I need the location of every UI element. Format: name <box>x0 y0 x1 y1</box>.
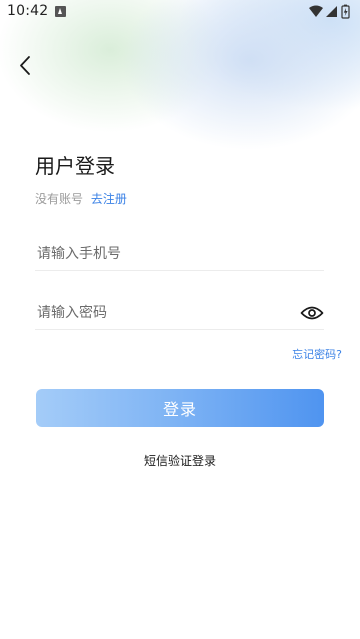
page-title: 用户登录 <box>35 154 115 178</box>
status-time: 10:42 <box>7 3 49 19</box>
password-field <box>35 301 324 330</box>
no-account-label: 没有账号 <box>35 192 84 206</box>
forgot-password-link[interactable]: 忘记密码? <box>292 346 342 362</box>
sms-login-row: 短信验证登录 <box>0 452 360 469</box>
battery-charging-icon <box>341 4 350 19</box>
register-link[interactable]: 去注册 <box>91 192 127 206</box>
back-button[interactable] <box>12 52 40 80</box>
status-bar: 10:42 <box>0 0 360 24</box>
register-row: 没有账号 去注册 <box>35 190 127 207</box>
status-icons <box>309 4 350 19</box>
wifi-icon <box>309 5 323 17</box>
cellular-signal-icon <box>326 6 337 17</box>
password-input[interactable] <box>35 301 287 325</box>
sms-login-link[interactable]: 短信验证登录 <box>144 454 216 468</box>
password-visibility-toggle[interactable] <box>300 303 324 323</box>
phone-input[interactable] <box>35 242 287 266</box>
login-button[interactable]: 登录 <box>36 389 324 427</box>
app-notification-icon <box>55 6 66 17</box>
chevron-left-icon <box>20 56 30 75</box>
eye-icon <box>300 306 324 320</box>
header-background-gradient <box>0 0 360 220</box>
phone-field <box>35 242 324 271</box>
